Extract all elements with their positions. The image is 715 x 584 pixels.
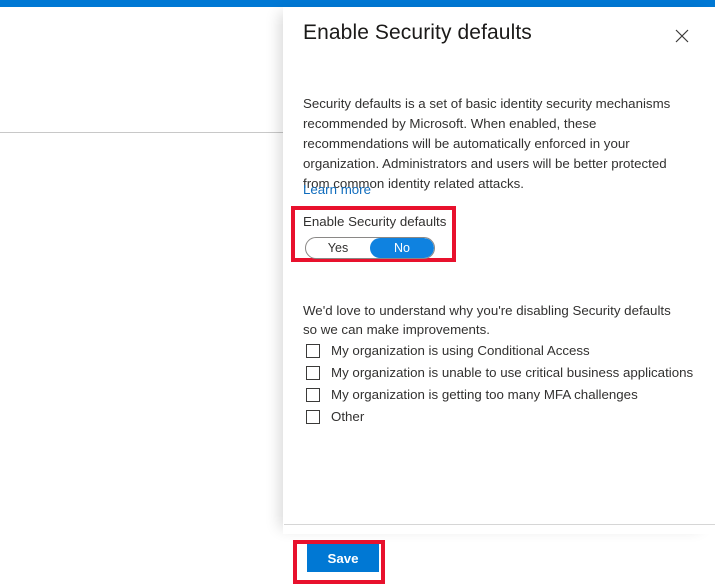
list-item[interactable]: My organization is using Conditional Acc… [306,340,706,362]
toggle-option-yes[interactable]: Yes [306,238,370,258]
feedback-checkbox-list: My organization is using Conditional Acc… [306,340,706,428]
enable-security-defaults-label: Enable Security defaults [303,214,447,229]
checkbox-mfa-challenges[interactable] [306,388,320,402]
learn-more-link[interactable]: Learn more [303,181,371,199]
feedback-prompt: We'd love to understand why you're disab… [303,303,671,337]
description-text: Security defaults is a set of basic iden… [303,96,671,191]
close-button[interactable] [668,22,696,50]
checkbox-conditional-access[interactable] [306,344,320,358]
enable-security-defaults-toggle[interactable]: Yes No [305,237,435,259]
footer-divider [284,524,715,525]
enable-security-defaults-blade: Enable Security defaults Security defaul… [283,7,715,584]
checkbox-label: Other [331,409,365,424]
checkbox-label: My organization is getting too many MFA … [331,387,638,402]
close-icon [675,29,689,43]
checkbox-business-applications[interactable] [306,366,320,380]
checkbox-other[interactable] [306,410,320,424]
page-title: Enable Security defaults [303,21,532,44]
list-item[interactable]: My organization is unable to use critica… [306,362,706,384]
checkbox-label: My organization is using Conditional Acc… [331,343,590,358]
list-item[interactable]: My organization is getting too many MFA … [306,384,706,406]
blade-header: Enable Security defaults [283,7,715,69]
checkbox-label: My organization is unable to use critica… [331,365,694,380]
background-divider [0,132,283,133]
save-button[interactable]: Save [307,544,379,572]
toggle-option-no[interactable]: No [370,238,434,258]
top-accent-bar [0,0,715,7]
list-item[interactable]: Other [306,406,706,428]
